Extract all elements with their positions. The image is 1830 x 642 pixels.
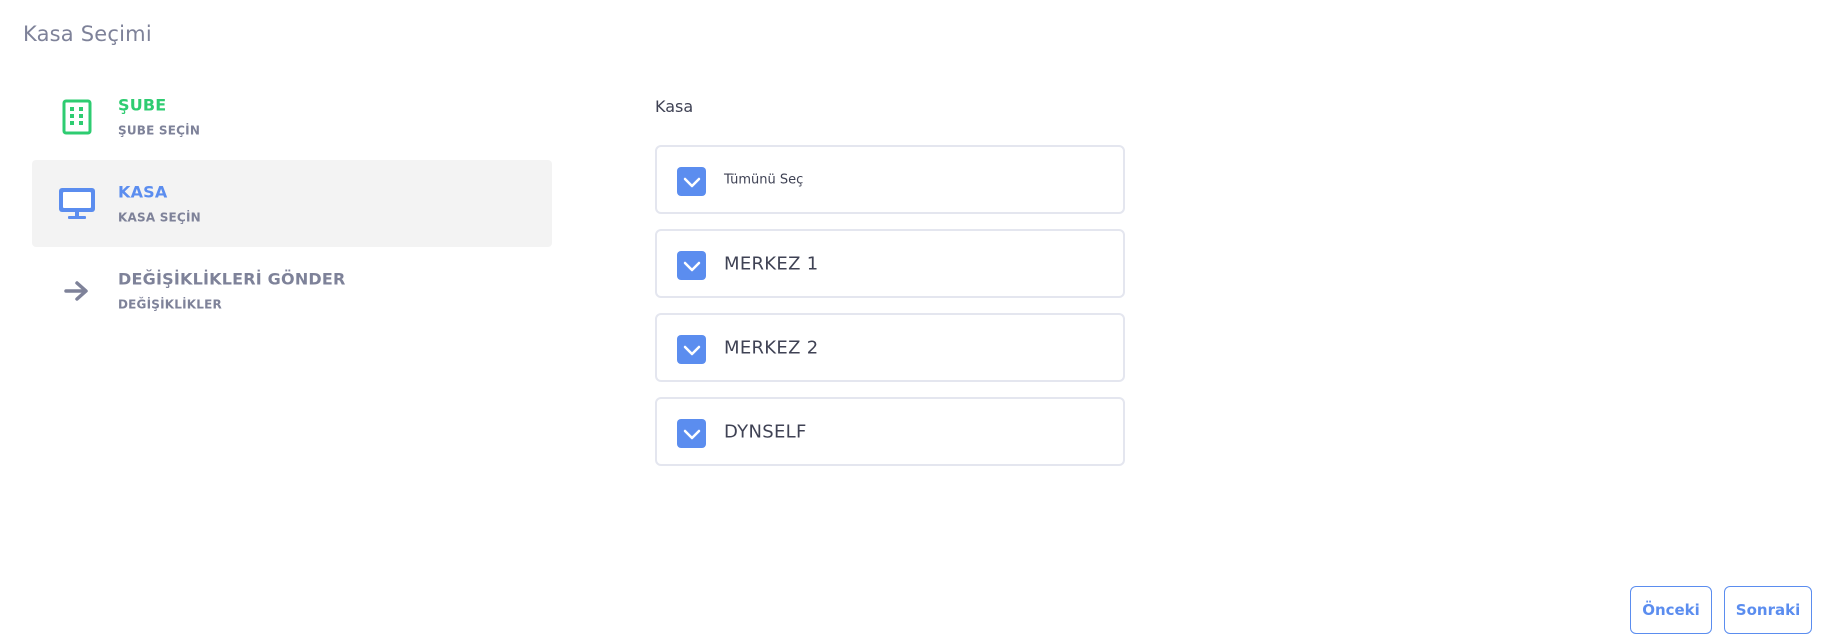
arrow-right-icon xyxy=(58,272,96,310)
step-description: ŞUBE SEÇİN xyxy=(118,123,201,137)
monitor-icon xyxy=(58,185,96,223)
previous-button[interactable]: Önceki xyxy=(1630,586,1712,634)
checkbox-checked-icon[interactable] xyxy=(677,335,706,364)
kasa-form: Kasa Tümünü Seç MERKEZ 1 MERKEZ 2 DYNSEL… xyxy=(655,95,1125,481)
building-icon xyxy=(58,98,96,136)
step-degisiklikleri-gonder[interactable]: DEĞİŞİKLİKLERİ GÖNDER DEĞİŞİKLİKLER xyxy=(32,247,552,334)
kasa-option-row[interactable]: MERKEZ 2 xyxy=(655,313,1125,382)
step-description: KASA SEÇİN xyxy=(118,210,201,224)
kasa-option-label: DYNSELF xyxy=(724,421,807,442)
kasa-option-row[interactable]: MERKEZ 1 xyxy=(655,229,1125,298)
step-description: DEĞİŞİKLİKLER xyxy=(118,297,222,311)
kasa-option-row[interactable]: DYNSELF xyxy=(655,397,1125,466)
checkbox-checked-icon[interactable] xyxy=(677,419,706,448)
checkbox-checked-icon[interactable] xyxy=(677,167,706,196)
next-button[interactable]: Sonraki xyxy=(1724,586,1812,634)
page-title: Kasa Seçimi xyxy=(23,22,152,46)
step-title: ŞUBE xyxy=(118,95,167,114)
kasa-option-label: MERKEZ 1 xyxy=(724,253,819,274)
kasa-label: Kasa xyxy=(655,97,694,116)
wizard-steps: ŞUBE ŞUBE SEÇİN KASA KASA SEÇİN DEĞİŞİKL xyxy=(32,73,552,334)
step-title: DEĞİŞİKLİKLERİ GÖNDER xyxy=(118,269,346,288)
select-all-checkbox-row[interactable]: Tümünü Seç xyxy=(655,145,1125,214)
kasa-option-label: MERKEZ 2 xyxy=(724,337,819,358)
step-kasa[interactable]: KASA KASA SEÇİN xyxy=(32,160,552,247)
step-title: KASA xyxy=(118,182,168,201)
checkbox-checked-icon[interactable] xyxy=(677,251,706,280)
select-all-label: Tümünü Seç xyxy=(724,172,804,187)
step-sube[interactable]: ŞUBE ŞUBE SEÇİN xyxy=(32,73,552,160)
